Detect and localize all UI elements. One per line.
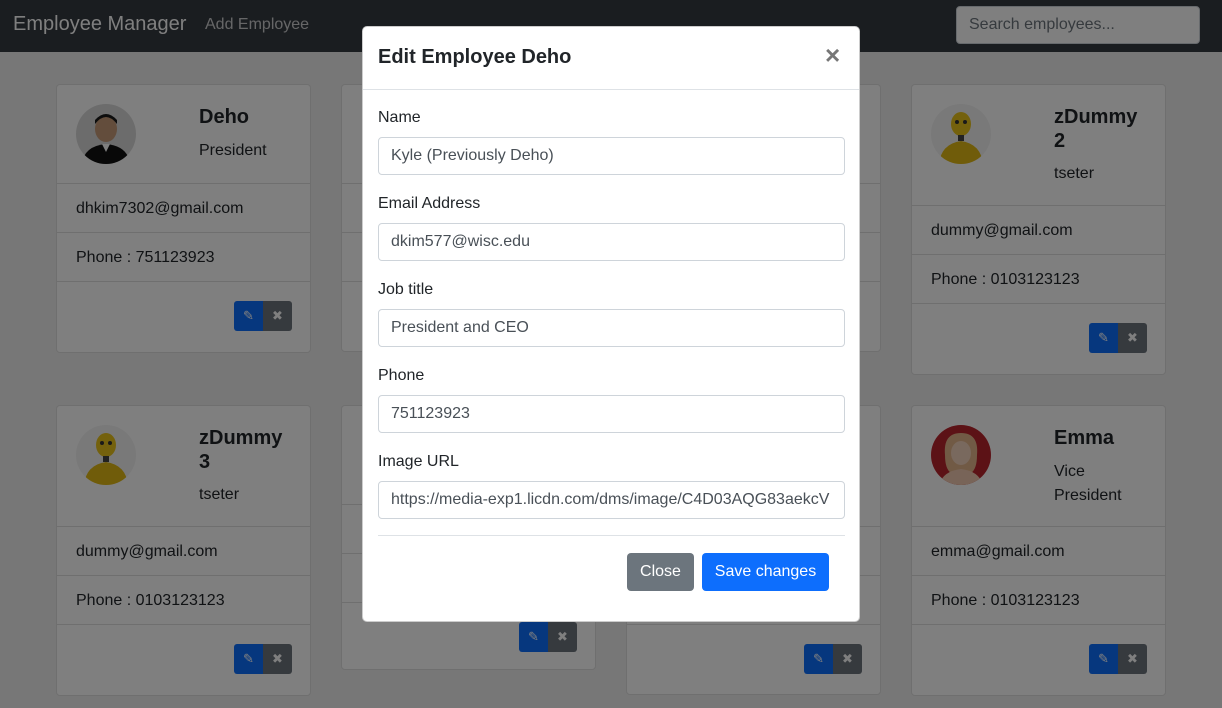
image-url-label: Image URL — [378, 453, 459, 470]
job-title-label: Job title — [378, 281, 434, 298]
close-icon[interactable]: × — [825, 42, 840, 68]
email-field[interactable] — [378, 223, 845, 261]
name-label: Name — [378, 109, 421, 126]
job-title-field[interactable] — [378, 309, 845, 347]
save-changes-button[interactable]: Save changes — [702, 553, 829, 591]
edit-employee-modal: Edit Employee Deho × Name Email Address … — [362, 26, 860, 622]
modal-title: Edit Employee Deho — [378, 46, 572, 68]
close-button[interactable]: Close — [627, 553, 694, 591]
name-field[interactable] — [378, 137, 845, 175]
email-label: Email Address — [378, 195, 481, 212]
phone-field[interactable] — [378, 395, 845, 433]
phone-label: Phone — [378, 367, 425, 384]
modal-footer-divider — [378, 535, 845, 536]
modal-header: Edit Employee Deho × — [363, 27, 859, 90]
image-url-field[interactable] — [378, 481, 845, 519]
